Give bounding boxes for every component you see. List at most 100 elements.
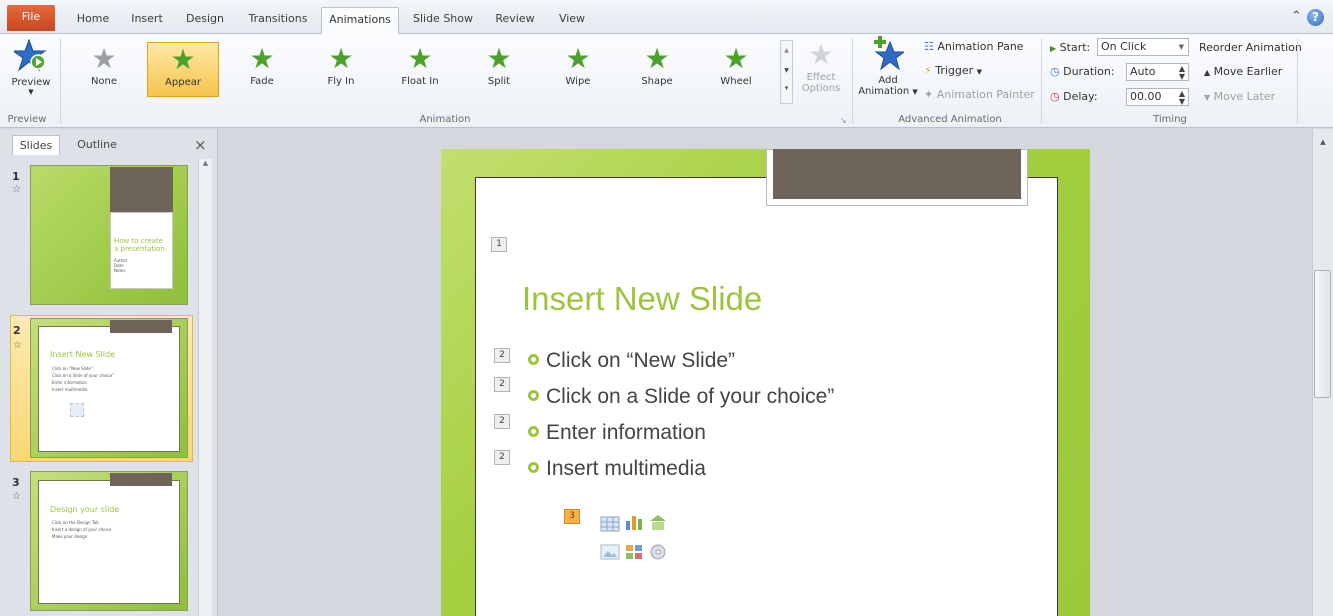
- trigger-button[interactable]: ⚡ Trigger ▼: [924, 64, 982, 77]
- animation-option-label: Fly In: [327, 76, 355, 87]
- start-label: ▶ Start:: [1050, 41, 1090, 54]
- minimize-ribbon-icon[interactable]: ⌃: [1291, 9, 1302, 24]
- group-separator: [1041, 38, 1042, 124]
- duration-field[interactable]: Auto ▲ ▼: [1126, 63, 1189, 81]
- tab-insert[interactable]: Insert: [124, 7, 170, 34]
- tab-animations[interactable]: Animations: [321, 7, 399, 35]
- animation-order-tag[interactable]: 2: [494, 414, 510, 429]
- animation-option-fade[interactable]: ★ Fade: [226, 42, 298, 97]
- animation-order-tag[interactable]: 2: [494, 348, 510, 363]
- animation-painter-label: Animation Painter: [936, 88, 1035, 101]
- animation-option-label: Float In: [401, 76, 439, 87]
- tab-file[interactable]: File: [7, 5, 55, 31]
- move-later-label: Move Later: [1213, 90, 1276, 103]
- animation-order-tag[interactable]: 3: [564, 509, 580, 524]
- trigger-dropdown-icon[interactable]: ▼: [977, 68, 982, 76]
- animation-option-label: Wipe: [565, 76, 591, 87]
- delay-field[interactable]: 00.00 ▲ ▼: [1126, 88, 1189, 106]
- fly-in-star-icon: ★: [328, 42, 354, 75]
- tab-slides[interactable]: Slides: [12, 135, 60, 155]
- tab-transitions[interactable]: Transitions: [240, 7, 316, 34]
- wipe-star-icon: ★: [565, 42, 591, 75]
- preview-dropdown-icon[interactable]: ▼: [6, 88, 56, 96]
- pane-scrollbar[interactable]: ▲: [198, 159, 212, 616]
- delay-label: ◷ Delay:: [1050, 90, 1098, 103]
- duration-value: Auto: [1130, 65, 1156, 78]
- slide-animation-icon: ☆: [12, 491, 21, 502]
- animation-option-label: Shape: [641, 76, 673, 87]
- move-later-icon: ▼: [1204, 93, 1211, 102]
- gallery-more-icon[interactable]: ▾: [781, 81, 792, 95]
- split-star-icon: ★: [486, 42, 512, 75]
- effect-options-label-2: Options: [801, 83, 841, 94]
- move-later-button[interactable]: ▼ Move Later: [1204, 90, 1275, 103]
- start-dropdown-icon[interactable]: ▼: [1179, 39, 1184, 55]
- animation-option-split[interactable]: ★ Split: [463, 42, 535, 97]
- slide-title[interactable]: Insert New Slide: [522, 280, 762, 318]
- editor-scroll-thumb[interactable]: [1314, 270, 1331, 398]
- slide-bullet-3[interactable]: Enter information: [528, 421, 706, 445]
- tab-review[interactable]: Review: [488, 7, 542, 34]
- animation-painter-button[interactable]: ✦ Animation Painter: [924, 88, 1035, 101]
- delay-spin-icon[interactable]: ▲ ▼: [1179, 90, 1185, 106]
- animation-option-wheel[interactable]: ★ Wheel: [700, 42, 772, 97]
- thumbnail-line: Make your design: [52, 534, 88, 539]
- editor-scroll-up-icon[interactable]: ▲: [1313, 138, 1333, 146]
- tab-home[interactable]: Home: [70, 7, 116, 34]
- gallery-scroll[interactable]: ▲ ▼ ▾: [780, 40, 793, 104]
- animation-option-fly-in[interactable]: ★ Fly In: [305, 42, 377, 97]
- tab-view[interactable]: View: [552, 7, 592, 34]
- tab-slide-show[interactable]: Slide Show: [405, 7, 481, 34]
- add-animation-label-1: Add: [878, 75, 898, 86]
- tab-design[interactable]: Design: [179, 7, 231, 34]
- thumbnail-title-tab: [110, 167, 173, 212]
- pane-scroll-up-icon[interactable]: ▲: [199, 159, 212, 167]
- fade-star-icon: ★: [249, 42, 275, 75]
- thumbnail-line: Insert multimedia: [52, 387, 88, 392]
- insert-smartart-icon[interactable]: [648, 513, 668, 531]
- group-separator: [1297, 38, 1298, 124]
- move-earlier-button[interactable]: ▲ Move Earlier: [1204, 65, 1282, 78]
- insert-clip-art-icon[interactable]: [624, 543, 644, 561]
- animation-option-float-in[interactable]: ★ Float In: [384, 42, 456, 97]
- animation-option-label: Split: [487, 76, 511, 87]
- animation-order-tag[interactable]: 2: [494, 377, 510, 392]
- start-select[interactable]: On Click ▼: [1097, 38, 1189, 56]
- group-separator: [60, 38, 61, 124]
- animation-option-none[interactable]: ★ None: [68, 42, 140, 97]
- insert-chart-icon[interactable]: [624, 513, 644, 531]
- thumbnail-line: Insert a design of your choice: [52, 527, 112, 532]
- help-icon[interactable]: ?: [1307, 9, 1324, 26]
- tab-outline[interactable]: Outline: [66, 135, 128, 155]
- animation-option-label: None: [90, 76, 118, 87]
- add-animation-dropdown-icon[interactable]: ▼: [912, 88, 917, 96]
- animation-option-appear[interactable]: ★ Appear: [147, 42, 219, 97]
- slide-number: 3: [12, 476, 20, 489]
- ribbon-tab-bar: File Home Insert Design Transitions Anim…: [0, 0, 1333, 35]
- gallery-scroll-up-icon[interactable]: ▲: [781, 41, 792, 61]
- wheel-star-icon: ★: [723, 42, 749, 75]
- group-label-timing: Timing: [1153, 114, 1187, 125]
- animation-order-tag[interactable]: 2: [494, 450, 510, 465]
- slide-bullet-2[interactable]: Click on a Slide of your choice”: [528, 385, 834, 409]
- thumbnail-title-line-1: How to create: [114, 237, 163, 245]
- insert-table-icon[interactable]: [600, 515, 620, 533]
- animation-option-wipe[interactable]: ★ Wipe: [542, 42, 614, 97]
- animation-painter-icon: ✦: [924, 88, 934, 101]
- close-pane-icon[interactable]: ×: [194, 136, 207, 154]
- add-animation-button[interactable]: Add Animation ▼: [857, 36, 919, 110]
- animation-pane-button[interactable]: ☷ Animation Pane: [924, 40, 1024, 53]
- slide-bullet-4[interactable]: Insert multimedia: [528, 457, 706, 481]
- animation-order-tag[interactable]: 1: [491, 237, 507, 252]
- insert-picture-icon[interactable]: [600, 543, 620, 561]
- animation-dialog-launcher-icon[interactable]: ↘: [840, 116, 847, 125]
- animation-option-shape[interactable]: ★ Shape: [621, 42, 693, 97]
- insert-media-icon[interactable]: [648, 543, 668, 561]
- preview-button[interactable]: Preview ▼: [6, 38, 56, 104]
- effect-options-button[interactable]: ★ Effect Options: [798, 38, 844, 108]
- thumbnail-line: Notes: [114, 268, 126, 273]
- move-earlier-label: Move Earlier: [1213, 65, 1283, 78]
- slide-bullet-1[interactable]: Click on “New Slide”: [528, 349, 735, 373]
- duration-spin-icon[interactable]: ▲ ▼: [1179, 65, 1185, 81]
- gallery-scroll-down-icon[interactable]: ▼: [781, 61, 792, 81]
